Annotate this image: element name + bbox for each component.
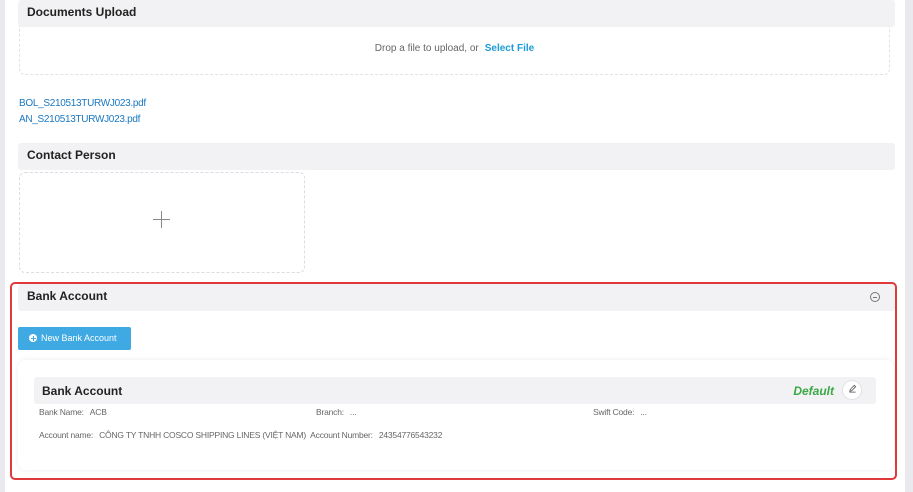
add-contact-box[interactable] xyxy=(19,172,305,273)
file-dropzone[interactable]: Drop a file to upload, or Select File xyxy=(19,26,890,75)
drop-text: Drop a file to upload, or xyxy=(374,43,479,54)
documents-upload-title: Documents Upload xyxy=(27,5,137,19)
plus-icon xyxy=(151,209,173,231)
contact-person-header: Contact Person xyxy=(18,143,895,170)
contact-person-title: Contact Person xyxy=(27,148,116,162)
page-content: Documents Upload Drop a file to upload, … xyxy=(5,0,905,492)
select-file-link[interactable]: Select File xyxy=(485,43,534,54)
highlight-frame xyxy=(10,282,897,480)
file-link-bol[interactable]: BOL_S210513TURWJ023.pdf xyxy=(19,98,146,109)
documents-upload-header: Documents Upload xyxy=(18,0,895,27)
file-link-an[interactable]: AN_S210513TURWJ023.pdf xyxy=(19,114,140,125)
